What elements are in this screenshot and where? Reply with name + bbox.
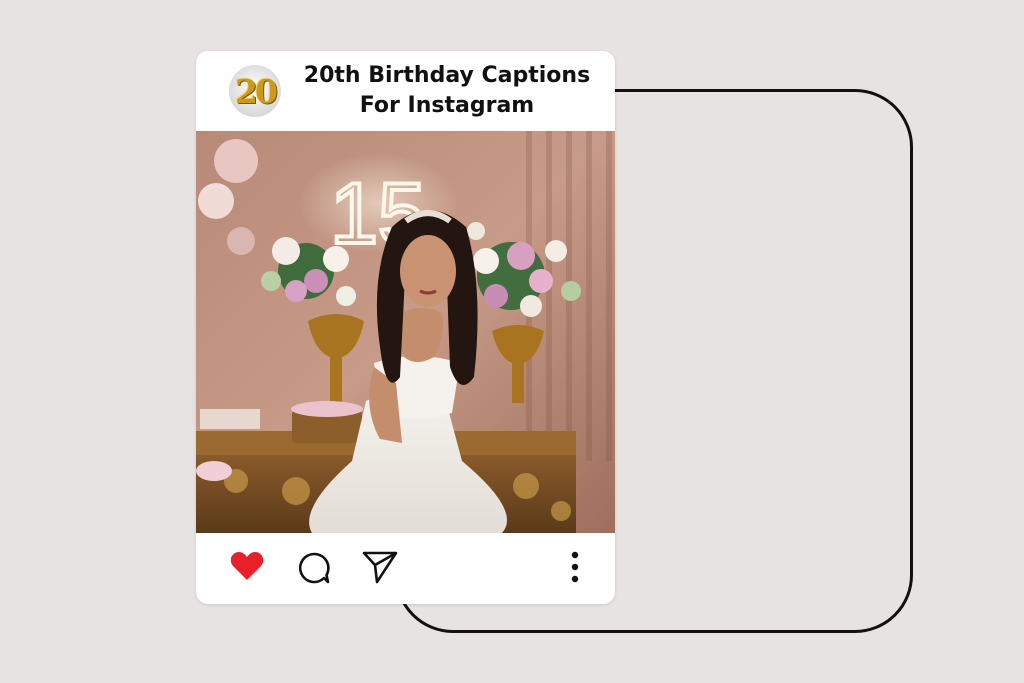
avatar-number: 20 — [235, 71, 278, 111]
paper-plane-icon — [362, 551, 398, 584]
dessert-plate — [196, 461, 232, 481]
share-button[interactable] — [362, 550, 398, 588]
birthday-photo-illustration: 15 — [196, 131, 615, 533]
post-action-bar — [196, 533, 615, 604]
avatar[interactable]: 20 — [229, 65, 281, 117]
post-title-line-2: For Instagram — [359, 93, 535, 118]
face — [400, 235, 456, 307]
heart-icon — [230, 552, 264, 580]
post-header: 20 20th Birthday Captions For Instagram — [196, 51, 615, 131]
more-options-button[interactable] — [570, 550, 580, 588]
instagram-post-card: 20 20th Birthday Captions For Instagram — [196, 51, 615, 604]
like-button[interactable] — [230, 551, 264, 585]
post-title-line-1: 20th Birthday Captions — [303, 63, 591, 88]
dessert-tray — [291, 401, 363, 417]
post-title: 20th Birthday Captions For Instagram — [282, 61, 612, 121]
cupcakes — [200, 409, 260, 429]
vertical-dots-icon — [571, 551, 579, 583]
comment-bubble-icon — [298, 552, 330, 584]
post-photo[interactable]: 15 — [196, 131, 615, 533]
comment-button[interactable] — [297, 551, 331, 589]
